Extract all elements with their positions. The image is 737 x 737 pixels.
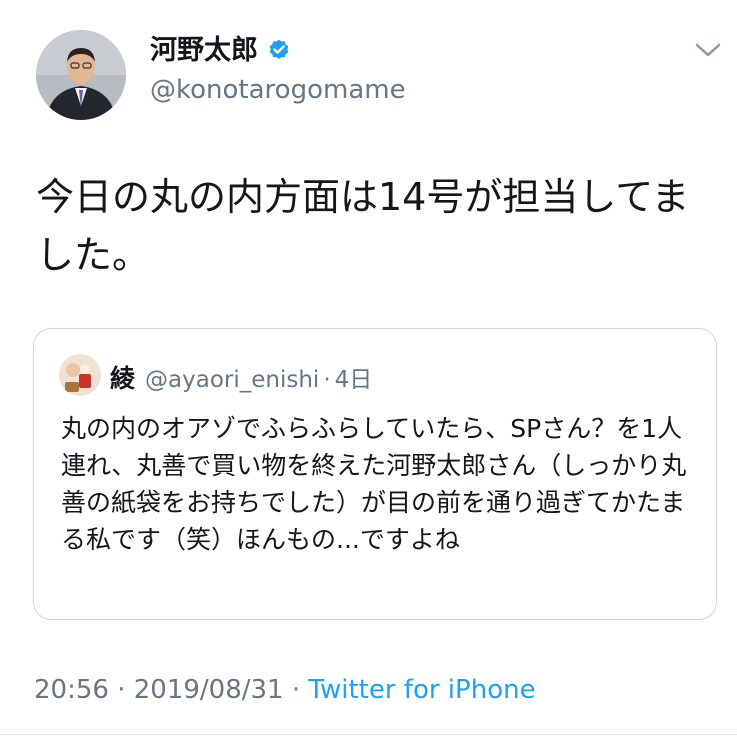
tweet-date[interactable]: 2019/08/31	[134, 675, 284, 705]
chevron-down-icon[interactable]	[693, 40, 723, 60]
author-handle[interactable]: @konotarogomame	[150, 74, 406, 106]
quoted-time[interactable]: 4日	[335, 360, 373, 394]
meta-separator: ·	[283, 675, 309, 705]
quoted-header: 綾 @ayaori_enishi · 4日	[110, 359, 372, 395]
verified-badge-icon	[266, 38, 292, 64]
author-avatar-image	[36, 30, 126, 120]
meta-separator: ·	[108, 675, 134, 705]
quoted-display-name[interactable]: 綾	[110, 359, 135, 395]
divider	[0, 734, 737, 735]
tweet-text: 今日の丸の内方面は14号が担当してました。	[36, 175, 690, 277]
quoted-avatar-image	[59, 354, 101, 396]
author-display-name[interactable]: 河野太郎	[150, 35, 258, 67]
quoted-handle[interactable]: @ayaori_enishi	[145, 367, 319, 393]
author-name-row[interactable]: 河野太郎	[150, 35, 292, 67]
tweet-meta: 20:56 · 2019/08/31 · Twitter for iPhone	[34, 673, 536, 707]
quoted-tweet-card[interactable]: 綾 @ayaori_enishi · 4日 丸の内のオアゾでふらふらしていたら、…	[33, 328, 717, 620]
quoted-tweet-text: 丸の内のオアゾでふらふらしていたら、SPさん？を1人連れ、丸善で買い物を終えた河…	[61, 414, 687, 554]
quoted-separator: ·	[323, 367, 331, 393]
tweet-time[interactable]: 20:56	[34, 675, 109, 705]
author-avatar[interactable]	[36, 30, 126, 120]
tweet-source-link[interactable]: Twitter for iPhone	[308, 675, 535, 705]
quoted-author-avatar[interactable]	[59, 354, 101, 396]
